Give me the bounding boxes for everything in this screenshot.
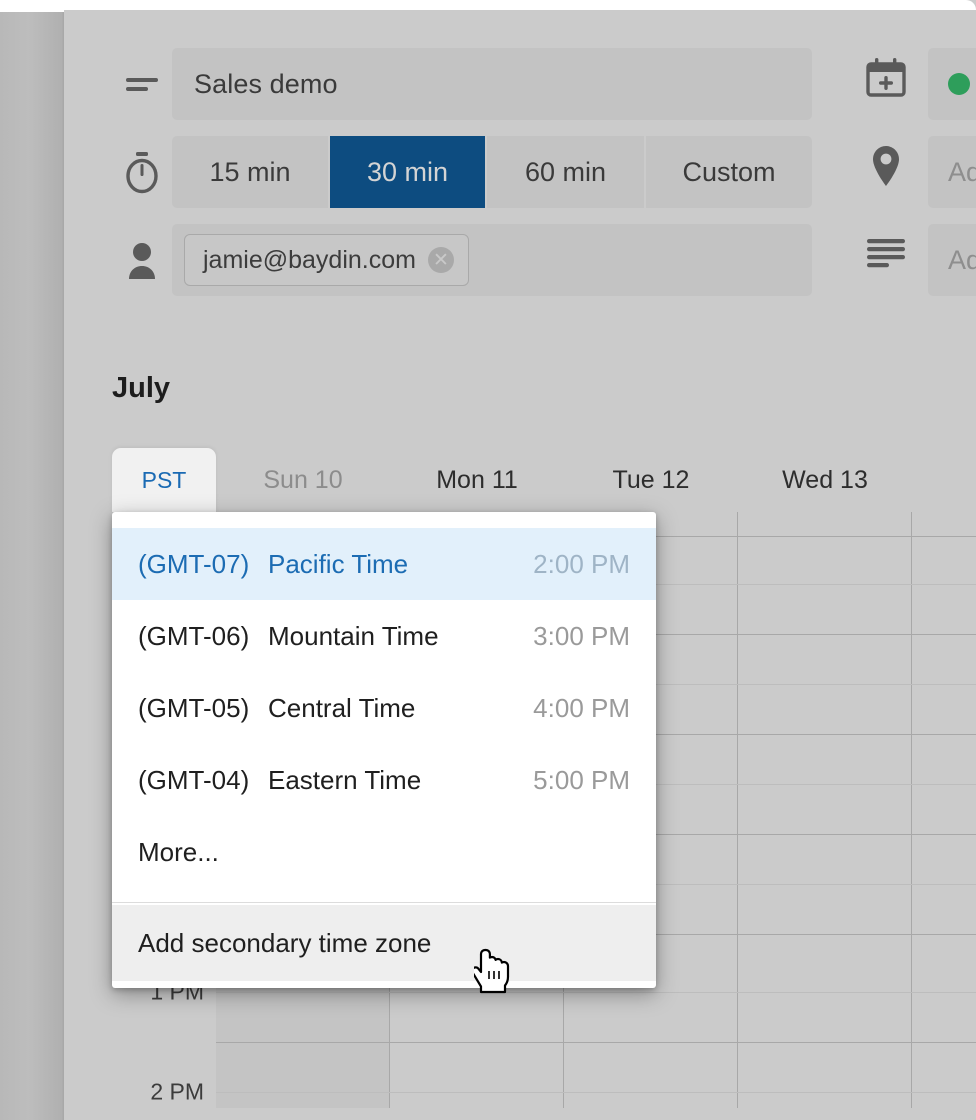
- timezone-local-time: 5:00 PM: [533, 765, 630, 796]
- timezone-name: Eastern Time: [268, 765, 533, 796]
- timezone-option-central[interactable]: (GMT-05) Central Time 4:00 PM: [112, 672, 656, 744]
- timezone-offset: (GMT-04): [138, 765, 268, 796]
- grid-hour-line: [216, 1042, 976, 1043]
- grid-half-line: [216, 992, 976, 993]
- text-lines-icon: [856, 224, 916, 284]
- page-left-rail: [0, 0, 64, 1120]
- person-icon: [112, 230, 172, 290]
- close-circle-icon[interactable]: ✕: [428, 247, 454, 273]
- day-header-sun[interactable]: Sun 10: [216, 448, 390, 512]
- timezone-name: Mountain Time: [268, 621, 533, 652]
- timezone-offset: (GMT-06): [138, 621, 268, 652]
- timezone-option-eastern[interactable]: (GMT-04) Eastern Time 5:00 PM: [112, 744, 656, 816]
- guest-email: jamie@baydin.com: [203, 246, 416, 275]
- grid-column-thu[interactable]: [912, 512, 976, 1108]
- duration-segmented-control[interactable]: 15 min 30 min 60 min Custom: [172, 136, 812, 208]
- timezone-dropdown-menu[interactable]: (GMT-07) Pacific Time 2:00 PM (GMT-06) M…: [112, 512, 656, 988]
- mouse-cursor-pointer: [474, 948, 514, 994]
- description-input[interactable]: Ad: [928, 224, 976, 296]
- timezone-name: Central Time: [268, 693, 533, 724]
- calendar-select-field[interactable]: [928, 48, 976, 120]
- calendar-add-icon: [856, 48, 916, 108]
- timezone-name: Pacific Time: [268, 549, 533, 580]
- lines-icon: [112, 54, 172, 114]
- timezone-local-time: 4:00 PM: [533, 693, 630, 724]
- meeting-title-input[interactable]: Sales demo: [172, 48, 812, 120]
- timezone-offset: (GMT-05): [138, 693, 268, 724]
- timezone-tab[interactable]: PST: [112, 448, 216, 512]
- timezone-offset: (GMT-07): [138, 549, 268, 580]
- guests-row: jamie@baydin.com ✕: [112, 224, 812, 296]
- location-pin-icon: [856, 136, 916, 196]
- grid-column-wed[interactable]: [738, 512, 912, 1108]
- stopwatch-icon: [112, 142, 172, 202]
- timezone-option-mountain[interactable]: (GMT-06) Mountain Time 3:00 PM: [112, 600, 656, 672]
- timezone-local-time: 3:00 PM: [533, 621, 630, 652]
- calendar-header: PST Sun 10 Mon 11 Tue 12 Wed 13 T: [112, 448, 976, 512]
- timezone-local-time: 2:00 PM: [533, 549, 630, 580]
- duration-option-custom[interactable]: Custom: [646, 136, 812, 208]
- status-dot-icon: [948, 73, 970, 95]
- day-header-tue[interactable]: Tue 12: [564, 448, 738, 512]
- day-header-mon[interactable]: Mon 11: [390, 448, 564, 512]
- day-header-wed[interactable]: Wed 13: [738, 448, 912, 512]
- guest-chip[interactable]: jamie@baydin.com ✕: [184, 234, 469, 286]
- location-input[interactable]: Ad: [928, 136, 976, 208]
- add-secondary-timezone-button[interactable]: Add secondary time zone: [112, 905, 656, 981]
- hour-label: 2 PM: [112, 1079, 204, 1106]
- timezone-option-pacific[interactable]: (GMT-07) Pacific Time 2:00 PM: [112, 528, 656, 600]
- grid-half-line: [216, 1092, 976, 1093]
- menu-divider: [112, 902, 656, 903]
- duration-row: 15 min 30 min 60 min Custom: [112, 136, 812, 208]
- title-row: Sales demo: [112, 48, 812, 120]
- app-root: Sales demo 15 min 30 min 60 min Custom: [0, 0, 976, 1120]
- page-left-rail-cap: [0, 0, 64, 12]
- duration-option-15[interactable]: 15 min: [172, 136, 330, 208]
- duration-option-30[interactable]: 30 min: [330, 136, 487, 208]
- scheduling-panel-cap: [64, 0, 976, 10]
- guests-input[interactable]: jamie@baydin.com ✕: [172, 224, 812, 296]
- duration-option-60[interactable]: 60 min: [487, 136, 646, 208]
- page-title: July: [112, 372, 170, 405]
- timezone-option-more[interactable]: More...: [112, 816, 656, 888]
- day-header-thu[interactable]: T: [912, 448, 976, 512]
